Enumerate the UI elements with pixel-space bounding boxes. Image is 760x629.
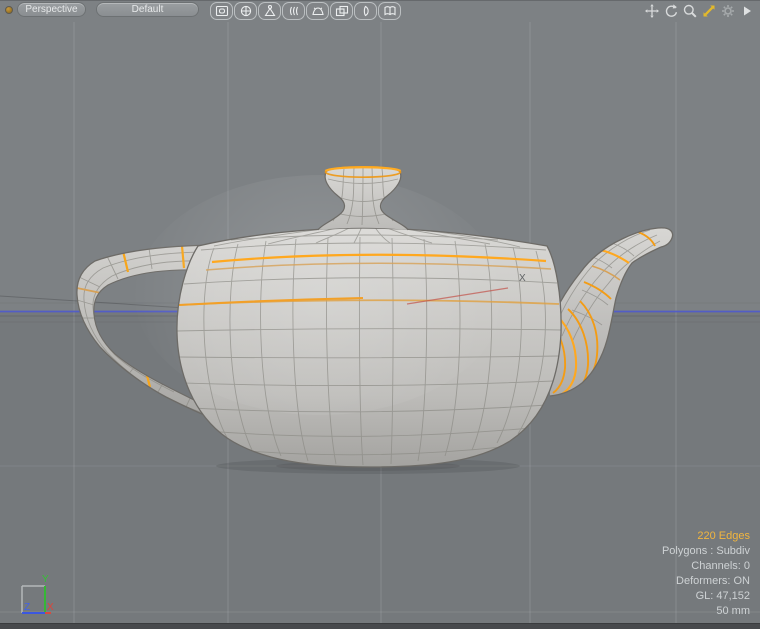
maximize-icon[interactable] — [701, 3, 717, 19]
page-sliver-icon[interactable] — [354, 2, 377, 20]
rounded-square-icon[interactable] — [210, 2, 233, 20]
cone-sphere-icon[interactable] — [258, 2, 281, 20]
viewport-stats: 220 Edges Polygons : Subdiv Channels: 0 … — [662, 529, 750, 619]
book-icon[interactable] — [378, 2, 401, 20]
cage-icon[interactable] — [306, 2, 329, 20]
window-bottom-edge — [0, 623, 760, 629]
expand-arrow-icon[interactable] — [739, 3, 755, 19]
globe-cross-icon[interactable] — [234, 2, 257, 20]
selected-edges-count: 220 Edges — [662, 529, 750, 544]
rotate-icon[interactable] — [663, 3, 679, 19]
channels-readout: Channels: 0 — [662, 559, 750, 574]
work-plane-axis-label: X — [519, 273, 526, 284]
polygon-type-readout: Polygons : Subdiv — [662, 544, 750, 559]
wavy-lines-icon[interactable] — [282, 2, 305, 20]
focal-length-readout: 50 mm — [662, 604, 750, 619]
gl-polycount-readout: GL: 47,152 — [662, 589, 750, 604]
deformers-readout: Deformers: ON — [662, 574, 750, 589]
viewport-3d-scene[interactable]: X — [0, 0, 760, 629]
camera-view-button[interactable]: Perspective — [17, 2, 86, 17]
shading-style-button[interactable]: Default — [96, 2, 199, 17]
overlap-squares-icon[interactable] — [330, 2, 353, 20]
viewport-active-indicator[interactable] — [5, 6, 13, 14]
viewport-toolbar: Perspective Default — [0, 0, 760, 22]
viewport-nav-buttons — [644, 3, 755, 19]
axis-z-label: Z — [24, 602, 30, 613]
viewport-style-buttons — [210, 2, 401, 20]
pan-icon[interactable] — [644, 3, 660, 19]
axis-gizmo: Y Z X — [8, 571, 68, 625]
axis-y-label: Y — [42, 574, 49, 585]
zoom-icon[interactable] — [682, 3, 698, 19]
axis-x-label: X — [47, 602, 54, 613]
settings-gear-icon[interactable] — [720, 3, 736, 19]
viewport-window: X — [0, 0, 760, 629]
